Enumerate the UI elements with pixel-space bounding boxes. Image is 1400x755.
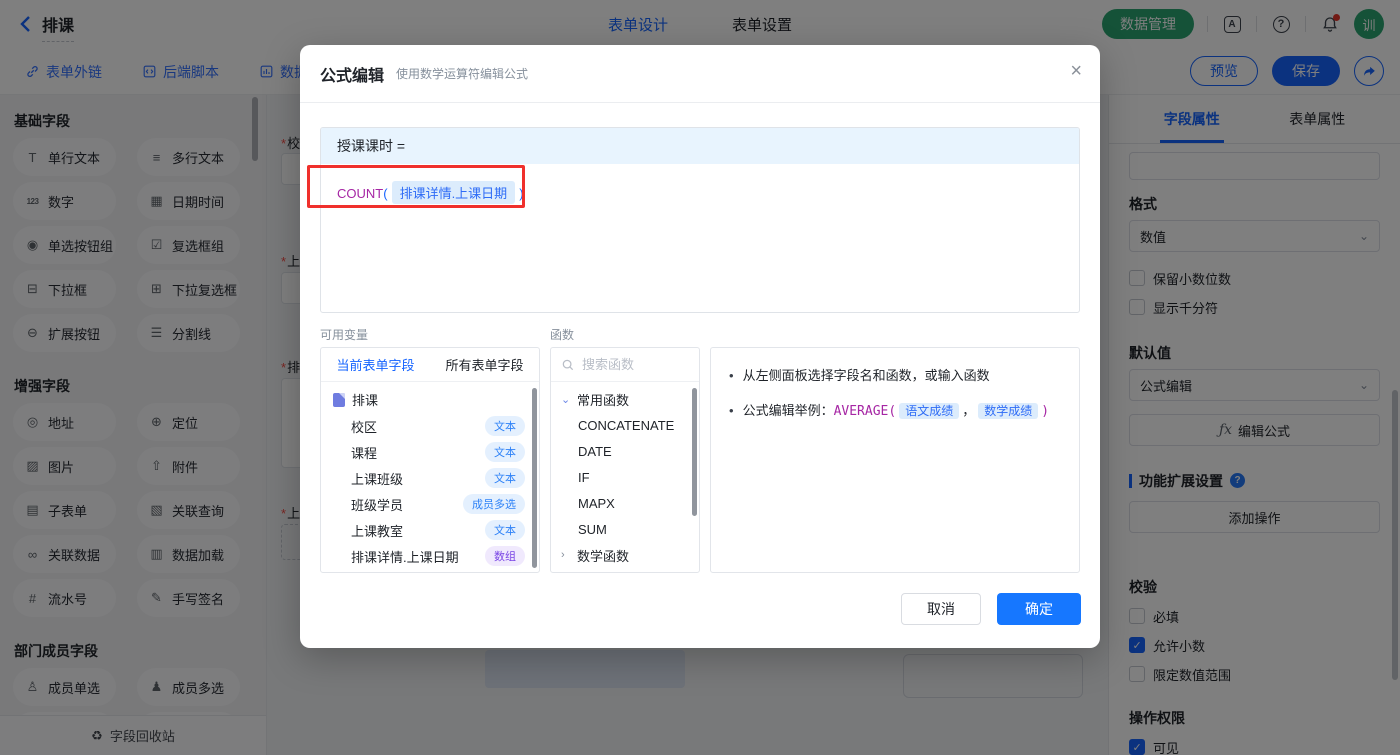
formula-editor: 授课课时 = COUNT(排课详情.上课日期): [320, 127, 1080, 313]
confirm-button[interactable]: 确定: [997, 593, 1081, 625]
variables-list: 校区 文本 课程 文本 上课班级 文本 班级学员 成员多选 上课教室 文本 排课…: [321, 413, 539, 569]
formula-edit-modal: 公式编辑 使用数学运算符编辑公式 × 授课课时 = COUNT(排课详情.上课日…: [300, 45, 1100, 648]
form-root-label: 排课: [352, 393, 379, 408]
function-row[interactable]: SUM: [551, 516, 699, 542]
variable-name: 上课班级: [351, 471, 404, 487]
formula-help-panel: • 从左侧面板选择字段名和函数，或输入函数 • 公式编辑举例：AVERAGE(语…: [710, 347, 1080, 573]
tab-all-form-fields[interactable]: 所有表单字段: [430, 348, 539, 381]
form-tree-root[interactable]: 排课: [321, 386, 539, 413]
app-root: 排课 表单设计 表单设置 数据管理 A ? 训 表单外链: [0, 0, 1400, 755]
variable-type-badge: 文本: [485, 416, 525, 436]
variables-tabs: 当前表单字段 所有表单字段: [321, 348, 539, 382]
function-name: MAPX: [578, 495, 615, 511]
function-name: 数学函数: [577, 548, 630, 564]
formula-input-area[interactable]: COUNT(排课详情.上课日期): [321, 164, 1079, 221]
function-name: 常用函数: [577, 392, 630, 408]
function-name: DATE: [578, 443, 612, 459]
variable-type-badge: 文本: [485, 442, 525, 462]
function-row[interactable]: 数学函数: [551, 542, 699, 568]
functions-scrollbar[interactable]: [692, 388, 697, 516]
variable-row[interactable]: 上课班级 文本: [321, 465, 539, 491]
function-row[interactable]: IF: [551, 464, 699, 490]
variable-name: 排课详情.上课日期: [351, 549, 459, 565]
chevron-icon: [561, 393, 571, 406]
function-row[interactable]: 文本函数: [551, 568, 699, 573]
function-name: IF: [578, 469, 590, 485]
close-icon[interactable]: ×: [1070, 61, 1082, 81]
function-row[interactable]: CONCATENATE: [551, 412, 699, 438]
variable-name: 班级学员: [351, 497, 404, 513]
variable-name: 课程: [351, 445, 378, 461]
help-text: 从左侧面板选择字段名和函数，或输入函数: [742, 368, 990, 383]
variable-row[interactable]: 班级学员 成员多选: [321, 491, 539, 517]
variable-name: 校区: [351, 419, 378, 435]
formula-target: 授课课时 =: [321, 128, 1079, 164]
variable-type-badge: 数组: [485, 546, 525, 566]
function-row[interactable]: MAPX: [551, 490, 699, 516]
variable-row[interactable]: 排课详情.上课日期 数组: [321, 543, 539, 569]
tab-current-form-fields[interactable]: 当前表单字段: [321, 348, 430, 381]
help-line: • 从左侧面板选择字段名和函数，或输入函数: [729, 366, 1061, 386]
variable-row[interactable]: 校区 文本: [321, 413, 539, 439]
form-file-icon: [333, 392, 345, 407]
function-name: SUM: [578, 521, 607, 537]
example-field-token: 语文成绩: [899, 403, 960, 419]
help-example: 公式编辑举例：AVERAGE(语文成绩，数学成绩): [742, 403, 1050, 419]
function-row[interactable]: 常用函数: [551, 386, 699, 412]
variable-type-badge: 成员多选: [463, 494, 525, 514]
cancel-button[interactable]: 取消: [901, 593, 981, 625]
example-field-token: 数学成绩: [978, 403, 1039, 419]
modal-header: 公式编辑 使用数学运算符编辑公式 ×: [300, 45, 1100, 103]
functions-list: 常用函数 CONCATENATE DATE IF: [551, 382, 699, 573]
variable-name: 上课教室: [351, 523, 404, 539]
variables-panel: 当前表单字段 所有表单字段 排课 校区 文本 课程 文本 上课班级 文本 班级学…: [320, 347, 540, 573]
function-row[interactable]: DATE: [551, 438, 699, 464]
search-icon: [562, 359, 574, 370]
functions-panel: 常用函数 CONCATENATE DATE IF: [550, 347, 700, 573]
function-search[interactable]: [551, 348, 699, 382]
modal-title: 公式编辑: [320, 67, 385, 85]
function-name: CONCATENATE: [578, 417, 675, 433]
variable-row[interactable]: 上课教室 文本: [321, 517, 539, 543]
help-example-line: • 公式编辑举例：AVERAGE(语文成绩，数学成绩): [729, 401, 1061, 422]
variable-type-badge: 文本: [485, 468, 525, 488]
function-search-input[interactable]: [582, 357, 682, 372]
function-name: 文本函数: [577, 572, 629, 573]
variables-label: 可用变量: [320, 328, 369, 342]
formula-field-token[interactable]: 排课详情.上课日期: [391, 181, 516, 204]
chevron-icon: [561, 549, 571, 561]
functions-label: 函数: [550, 328, 575, 342]
formula-function: COUNT: [337, 186, 384, 201]
variable-type-badge: 文本: [485, 520, 525, 540]
variables-scrollbar[interactable]: [532, 388, 537, 568]
modal-subtitle: 使用数学运算符编辑公式: [396, 67, 529, 81]
variable-row[interactable]: 课程 文本: [321, 439, 539, 465]
